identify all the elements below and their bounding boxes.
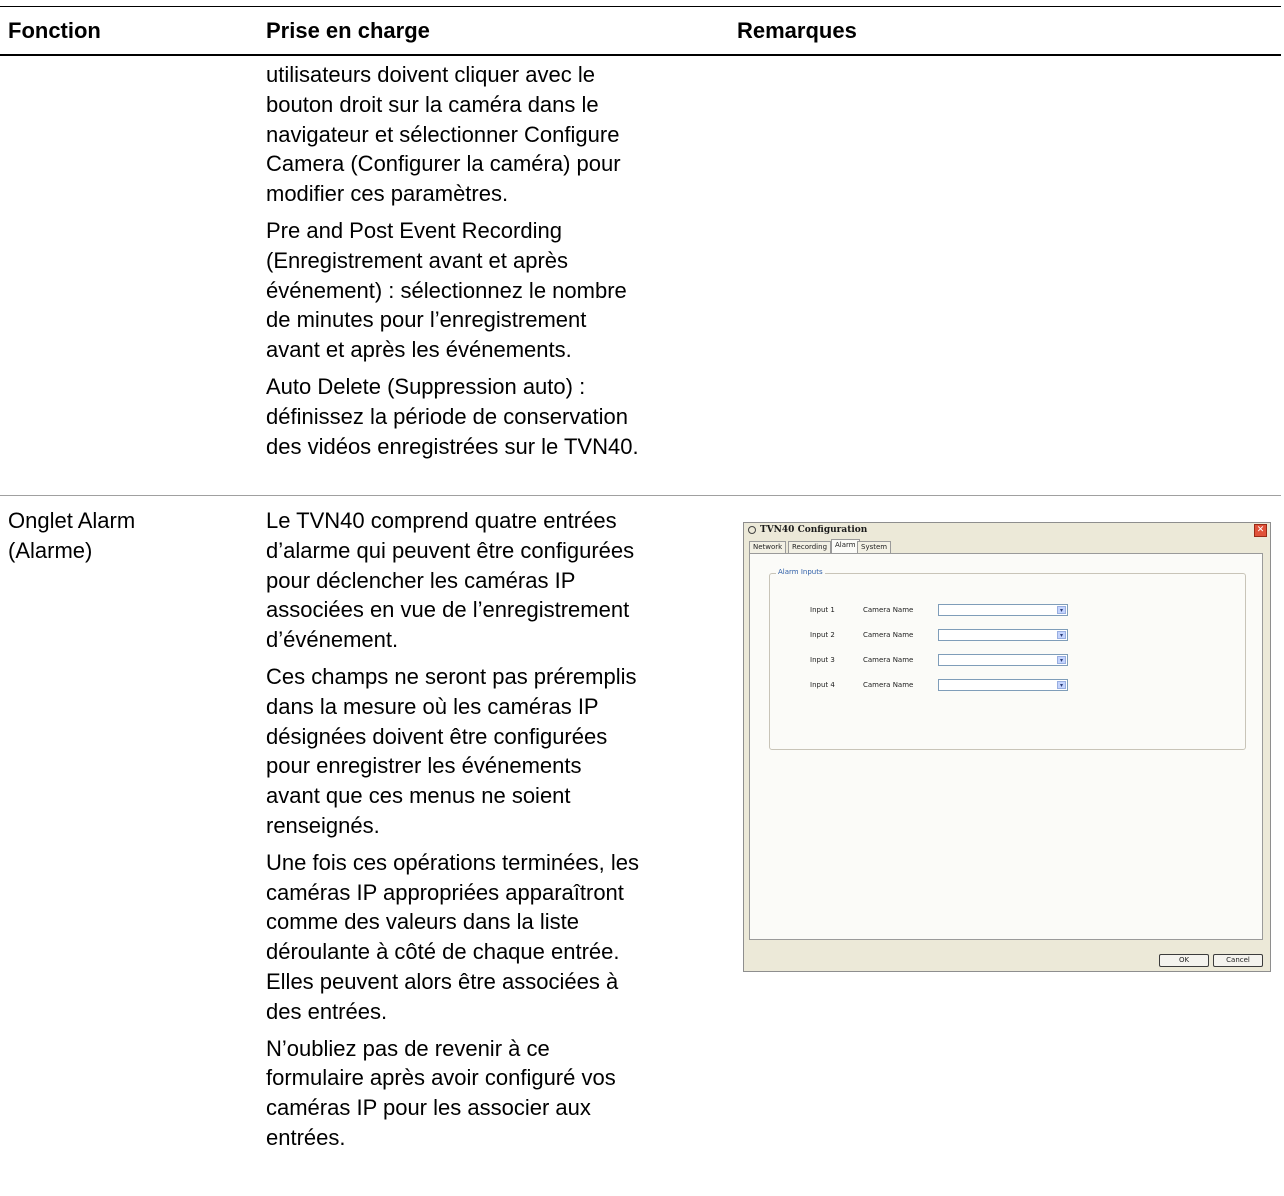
chevron-down-icon[interactable]: ▾ bbox=[1057, 631, 1066, 639]
text-line: désignées doivent être configurées bbox=[266, 723, 608, 749]
camera-select[interactable]: ▾ bbox=[938, 604, 1068, 616]
alarm-fonction-cell: Onglet Alarm (Alarme) bbox=[8, 506, 135, 566]
table-top-rule bbox=[0, 6, 1281, 7]
app-icon bbox=[748, 526, 756, 534]
text-line: d’alarme qui peuvent être configurées bbox=[266, 537, 635, 563]
paragraph: N’oubliez pas de revenir à ce formulaire… bbox=[266, 1034, 639, 1153]
text-line: événement) : sélectionnez le nombre bbox=[266, 277, 627, 303]
text-line: modifier ces paramètres. bbox=[266, 181, 509, 207]
camera-select[interactable]: ▾ bbox=[938, 629, 1068, 641]
text-line: Une fois ces opérations terminées, les bbox=[266, 849, 639, 875]
text-line: pour déclencher les caméras IP bbox=[266, 567, 576, 593]
text-line: caméras IP pour les associer aux bbox=[266, 1095, 591, 1121]
text-line: N’oubliez pas de revenir à ce bbox=[266, 1035, 550, 1061]
tab-system[interactable]: System bbox=[857, 541, 892, 553]
paragraph: utilisateurs doivent cliquer avec le bou… bbox=[266, 60, 639, 209]
text-line: de minutes pour l’enregistrement bbox=[266, 307, 587, 333]
continued-prise-cell: utilisateurs doivent cliquer avec le bou… bbox=[266, 60, 639, 468]
text-line: des vidéos enregistrées sur le TVN40. bbox=[266, 433, 639, 459]
chevron-down-icon[interactable]: ▾ bbox=[1057, 681, 1066, 689]
text-line: avant et après les événements. bbox=[266, 337, 572, 363]
dialog-title-bar: TVN40 Configuration ✕ bbox=[744, 523, 1270, 539]
tvn40-configuration-dialog: TVN40 Configuration ✕ Network Recording … bbox=[743, 522, 1271, 972]
group-label: Alarm Inputs bbox=[776, 568, 825, 576]
chevron-down-icon[interactable]: ▾ bbox=[1057, 656, 1066, 664]
header-remarques: Remarques bbox=[737, 18, 857, 43]
camera-name-label: Camera Name bbox=[863, 681, 914, 689]
text-line: (Alarme) bbox=[8, 537, 93, 563]
camera-name-label: Camera Name bbox=[863, 631, 914, 639]
header-fonction: Fonction bbox=[8, 18, 101, 43]
input-label: Input 1 bbox=[810, 606, 835, 614]
text-line: Onglet Alarm bbox=[8, 508, 136, 533]
text-line: utilisateurs doivent cliquer avec le bbox=[266, 62, 595, 87]
text-line: déroulante à côté de chaque entrée. bbox=[266, 939, 620, 965]
paragraph: Le TVN40 comprend quatre entrées d’alarm… bbox=[266, 506, 639, 655]
input-label: Input 2 bbox=[810, 631, 835, 639]
tab-network[interactable]: Network bbox=[749, 541, 787, 553]
text-line: bouton droit sur la caméra dans le bbox=[266, 91, 599, 117]
row-divider bbox=[0, 495, 1281, 496]
camera-name-label: Camera Name bbox=[863, 656, 914, 664]
camera-select[interactable]: ▾ bbox=[938, 679, 1068, 691]
text-line: (Enregistrement avant et après bbox=[266, 247, 569, 273]
camera-select[interactable]: ▾ bbox=[938, 654, 1068, 666]
text-line: pour enregistrer les événements bbox=[266, 753, 582, 779]
header-prise-en-charge: Prise en charge bbox=[266, 18, 430, 43]
text-line: Pre and Post Event Recording bbox=[266, 217, 562, 243]
text-line: entrées. bbox=[266, 1124, 346, 1150]
paragraph: Pre and Post Event Recording (Enregistre… bbox=[266, 216, 639, 365]
paragraph: Auto Delete (Suppression auto) : définis… bbox=[266, 372, 639, 461]
table-header-rule bbox=[0, 54, 1281, 56]
text-line: comme des valeurs dans la liste bbox=[266, 909, 580, 935]
alarm-prise-cell: Le TVN40 comprend quatre entrées d’alarm… bbox=[266, 506, 639, 1160]
text-line: Le TVN40 comprend quatre entrées bbox=[266, 508, 617, 533]
text-line: avant que ces menus ne soient bbox=[266, 783, 571, 809]
close-icon[interactable]: ✕ bbox=[1254, 524, 1267, 537]
text-line: Auto Delete (Suppression auto) : bbox=[266, 373, 586, 399]
text-line: associées en vue de l’enregistrement bbox=[266, 597, 630, 623]
alarm-input-row: Input 1 Camera Name ▾ bbox=[770, 604, 1245, 618]
tab-recording[interactable]: Recording bbox=[788, 541, 832, 553]
text-line: Camera (Configurer la caméra) pour bbox=[266, 151, 621, 177]
input-label: Input 3 bbox=[810, 656, 835, 664]
dialog-title: TVN40 Configuration bbox=[760, 525, 868, 535]
text-line: définissez la période de conservation bbox=[266, 403, 629, 429]
text-line: des entrées. bbox=[266, 998, 388, 1024]
paragraph: Une fois ces opérations terminées, les c… bbox=[266, 848, 639, 1027]
text-line: renseignés. bbox=[266, 812, 380, 838]
text-line: navigateur et sélectionner Configure bbox=[266, 121, 620, 147]
text-line: Elles peuvent alors être associées à bbox=[266, 968, 619, 994]
text-line: caméras IP appropriées apparaîtront bbox=[266, 879, 624, 905]
text-line: Ces champs ne seront pas préremplis bbox=[266, 663, 637, 689]
alarm-input-row: Input 3 Camera Name ▾ bbox=[770, 654, 1245, 668]
alarm-input-row: Input 4 Camera Name ▾ bbox=[770, 679, 1245, 693]
paragraph: Ces champs ne seront pas préremplis dans… bbox=[266, 662, 639, 841]
text-line: dans la mesure où les caméras IP bbox=[266, 693, 599, 719]
tab-alarm[interactable]: Alarm bbox=[831, 539, 860, 554]
text-line: d’événement. bbox=[266, 627, 399, 653]
alarm-inputs-group: Alarm Inputs Input 1 Camera Name ▾ Input… bbox=[769, 568, 1246, 750]
alarm-input-row: Input 2 Camera Name ▾ bbox=[770, 629, 1245, 643]
text-line: formulaire après avoir configuré vos bbox=[266, 1065, 616, 1091]
input-label: Input 4 bbox=[810, 681, 835, 689]
ok-button[interactable]: OK bbox=[1159, 954, 1209, 967]
chevron-down-icon[interactable]: ▾ bbox=[1057, 606, 1066, 614]
cancel-button[interactable]: Cancel bbox=[1213, 954, 1263, 967]
camera-name-label: Camera Name bbox=[863, 606, 914, 614]
alarm-tab-panel: Alarm Inputs Input 1 Camera Name ▾ Input… bbox=[749, 553, 1263, 940]
